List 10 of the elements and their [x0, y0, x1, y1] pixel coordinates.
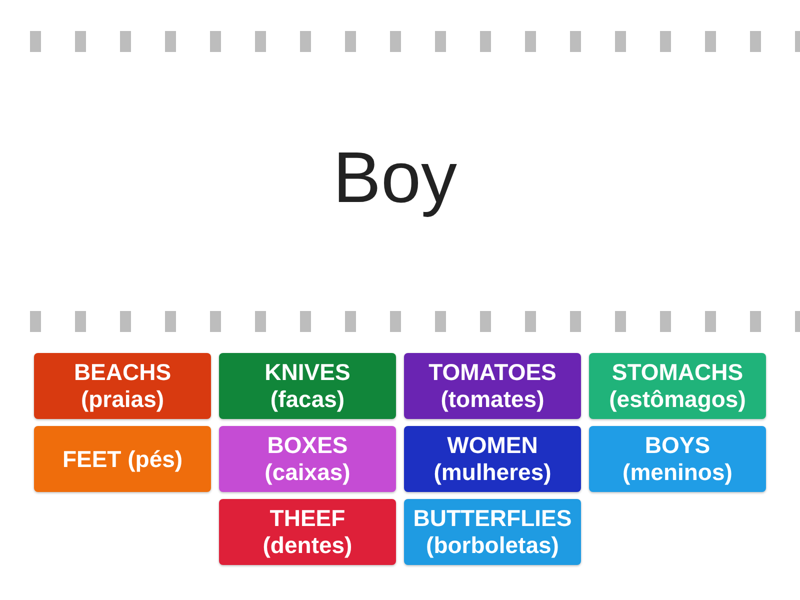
answer-tile[interactable]: BOYS (meninos): [589, 426, 766, 492]
answer-tile[interactable]: FEET (pés): [34, 426, 211, 492]
answer-tile[interactable]: THEEF (dentes): [219, 499, 396, 565]
answer-tile[interactable]: KNIVES (facas): [219, 353, 396, 419]
answer-tile[interactable]: BOXES (caixas): [219, 426, 396, 492]
answer-tile[interactable]: BEACHS (praias): [34, 353, 211, 419]
answer-tile[interactable]: TOMATOES (tomates): [404, 353, 581, 419]
answer-tile[interactable]: BUTTERFLIES (borboletas): [404, 499, 581, 565]
answer-tile[interactable]: STOMACHS (estômagos): [589, 353, 766, 419]
answer-tile[interactable]: WOMEN (mulheres): [404, 426, 581, 492]
